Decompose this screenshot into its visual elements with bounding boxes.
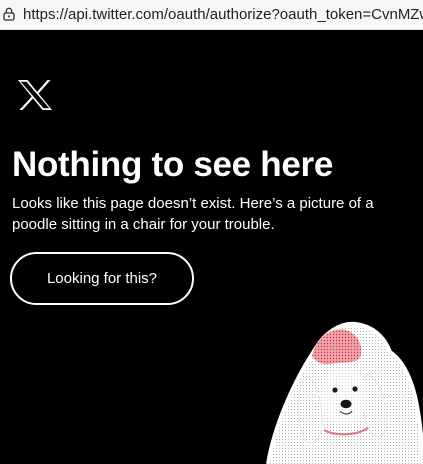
browser-address-bar[interactable]: https://api.twitter.com/oauth/authorize?… (0, 0, 423, 30)
looking-for-this-button[interactable]: Looking for this? (10, 252, 194, 305)
lock-icon (3, 7, 15, 21)
error-message: Looks like this page doesn’t exist. Here… (12, 195, 374, 233)
page-title: Nothing to see here (12, 145, 334, 184)
x-logo-icon (18, 80, 52, 110)
url-text: https://api.twitter.com/oauth/authorize?… (23, 6, 423, 23)
poodle-illustration (266, 321, 423, 464)
